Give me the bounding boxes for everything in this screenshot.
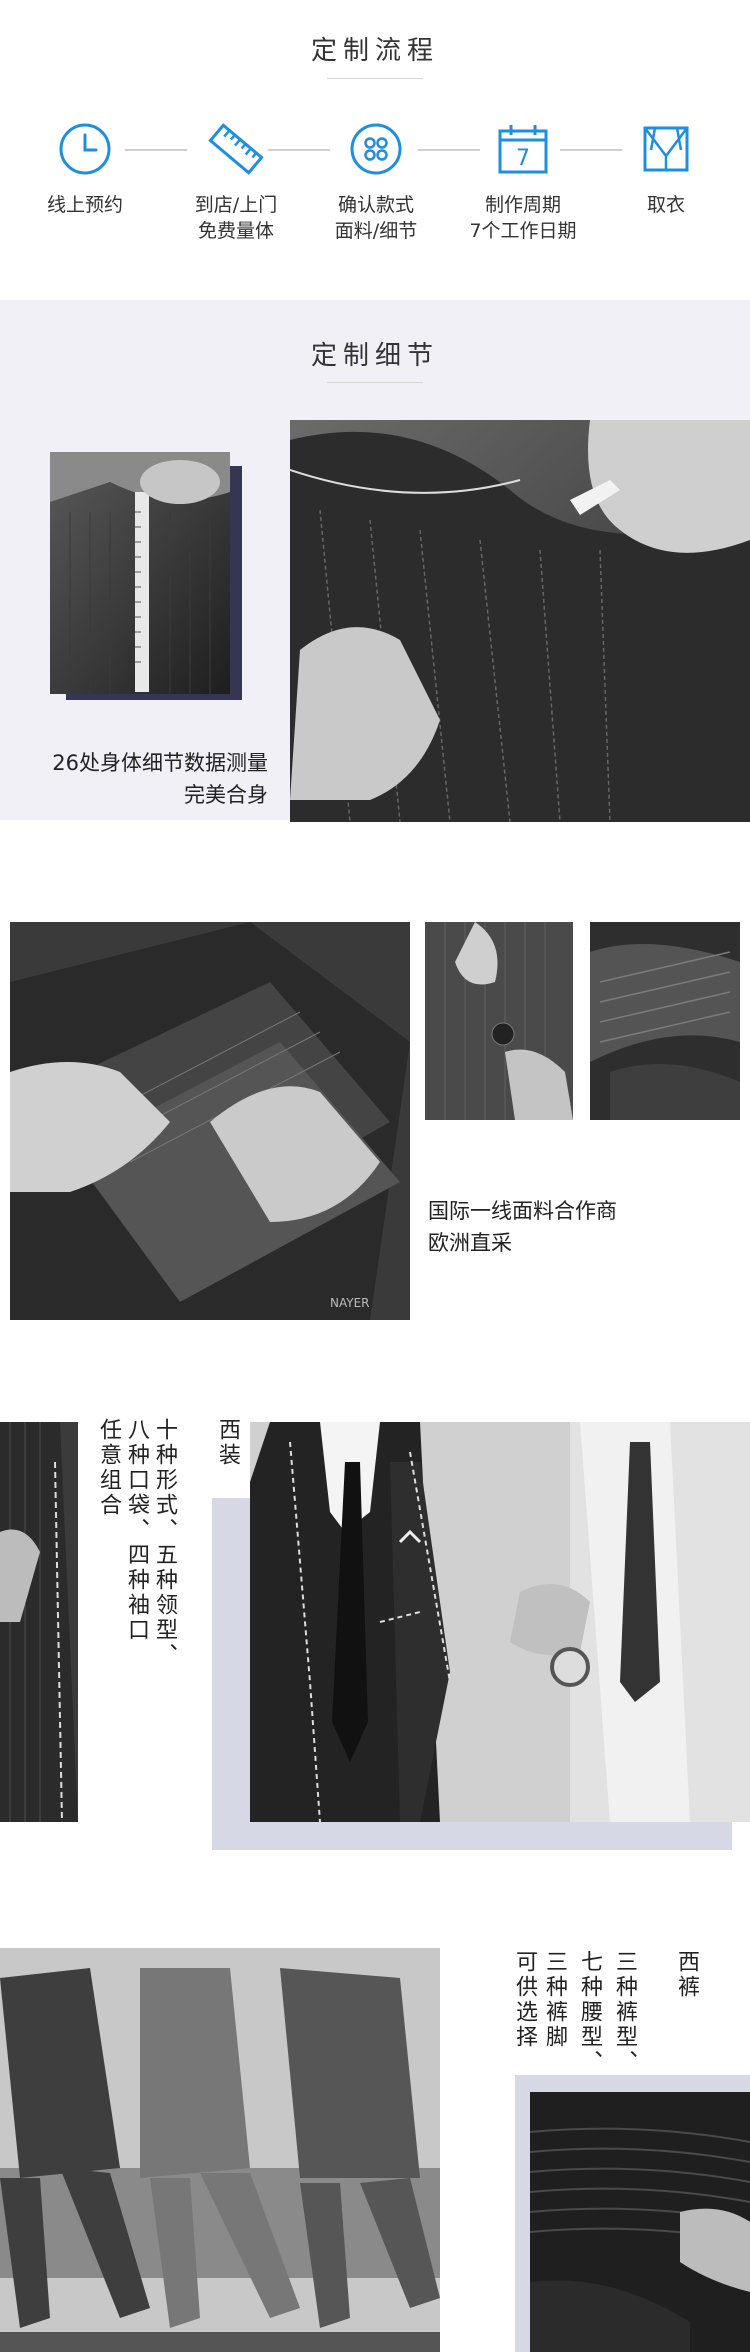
fabric-caption-line2: 欧洲直采 [428, 1231, 512, 1255]
step-label: 取衣 [646, 194, 685, 216]
fabric-caption: 国际一线面料合作商 欧洲直采 [428, 1195, 748, 1259]
step-connector [418, 149, 480, 151]
trousers-models-photo [0, 1948, 440, 2352]
step-connector [560, 149, 622, 151]
suit-tailoring-photo [250, 1422, 750, 1822]
ruler-icon [208, 123, 264, 175]
suit-jacket-side-photo [0, 1422, 78, 1822]
measure-caption-line2: 完美合身 [184, 783, 268, 807]
step-production: 制作周期 7个工作日期 [453, 192, 593, 244]
process-title: 定制流程 [310, 36, 439, 66]
step-label: 线上预约 [46, 194, 123, 216]
suit-heading: 西装 [215, 1418, 240, 1468]
suit-line1: 十种形式、五种领型、 [152, 1418, 177, 1668]
fabric-caption-line1: 国际一线面料合作商 [428, 1199, 617, 1223]
suit-line2: 八种口袋、四种袖口 [124, 1418, 149, 1643]
button-icon [350, 123, 402, 175]
step-sublabel: 7个工作日期 [469, 220, 577, 242]
step-sublabel: 面料/细节 [334, 220, 418, 242]
step-label: 确认款式 [337, 194, 414, 216]
trousers-heading: 西裤 [674, 1950, 699, 2000]
step-confirm-style: 确认款式 面料/细节 [306, 192, 446, 244]
clock-icon [59, 123, 111, 175]
step-pickup: 取衣 [596, 192, 736, 218]
chalk-marking-photo [290, 420, 750, 822]
step-connector [268, 149, 330, 151]
step-connector [125, 149, 187, 151]
fabric-swatches-photo: NAYER [10, 922, 410, 1320]
step-measure: 到店/上门 免费量体 [166, 192, 306, 244]
button-sewing-photo [425, 922, 573, 1120]
trousers-fabric-photo [530, 2092, 750, 2352]
jacket-icon [643, 126, 689, 172]
details-title-underline [327, 382, 423, 383]
page: 定制流程 7 线上预约 到店/上门 免费量体 确认款式 面料/细节 制作周期 7… [0, 0, 750, 2352]
fabric-label: NAYER [330, 1296, 370, 1310]
step-online-booking: 线上预约 [15, 192, 155, 218]
details-title: 定制细节 [310, 341, 439, 371]
step-label: 到店/上门 [194, 194, 278, 216]
suit-line3: 任意组合 [96, 1418, 121, 1518]
calendar-icon: 7 [498, 125, 548, 174]
process-title-underline [327, 78, 423, 79]
tie-fabric-photo [590, 922, 740, 1120]
measure-caption-line1: 26处身体细节数据测量 [52, 751, 268, 775]
calendar-day: 7 [516, 146, 530, 171]
step-sublabel: 免费量体 [197, 220, 274, 242]
measure-caption: 26处身体细节数据测量 完美合身 [20, 747, 268, 811]
measuring-tape-photo [50, 452, 230, 694]
step-label: 制作周期 [484, 194, 561, 216]
